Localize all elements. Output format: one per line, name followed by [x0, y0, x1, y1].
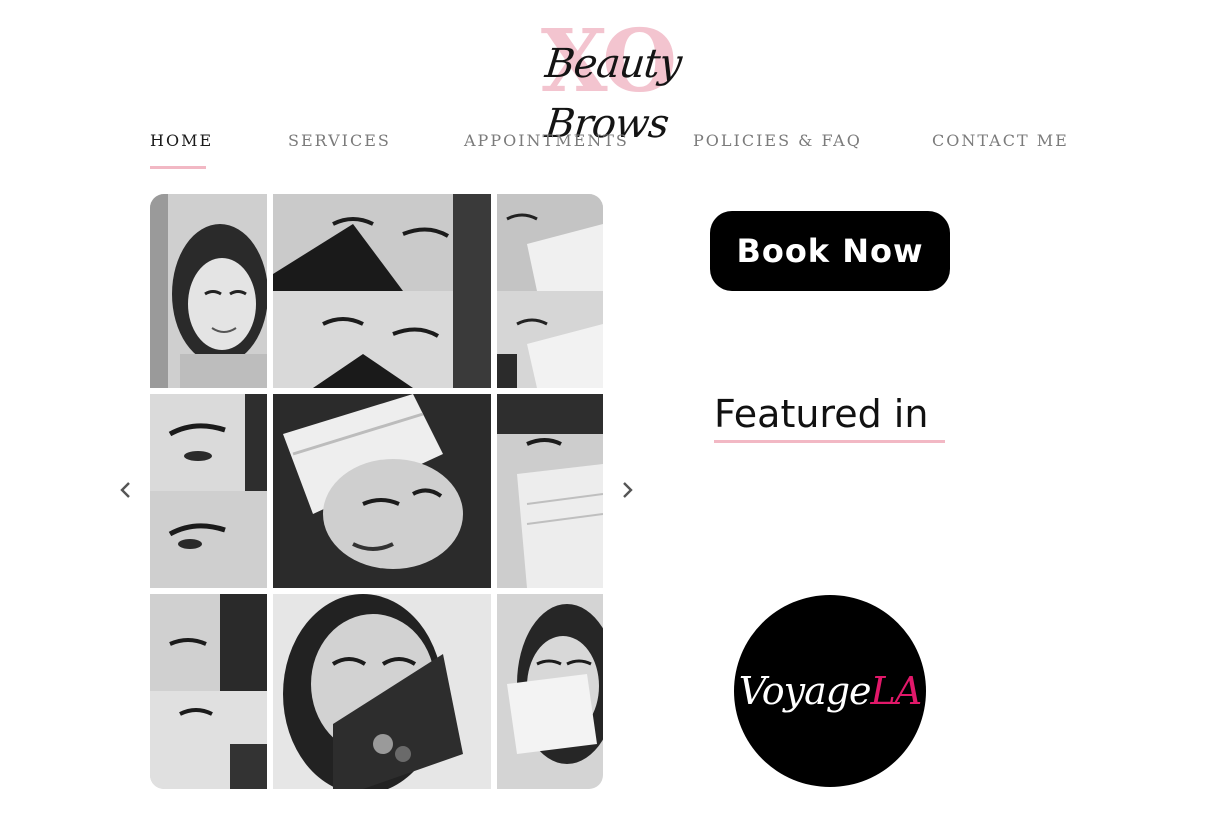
- voyage-la-logo: VoyageLA: [738, 669, 922, 713]
- nav-item-contact-me[interactable]: CONTACT ME: [932, 131, 1069, 150]
- chevron-left-icon: [120, 482, 130, 498]
- gallery-prev-button[interactable]: [115, 477, 135, 503]
- gallery-photo[interactable]: [150, 594, 267, 789]
- nav-item-policies-faq[interactable]: POLICIES & FAQ: [693, 131, 862, 150]
- book-now-button[interactable]: Book Now: [710, 211, 950, 291]
- gallery-photo[interactable]: [497, 594, 603, 789]
- gallery-photo[interactable]: [273, 194, 491, 388]
- gallery-photo[interactable]: [497, 194, 603, 388]
- gallery-next-button[interactable]: [618, 477, 638, 503]
- featured-heading: Featured in: [714, 392, 929, 436]
- nav-item-services[interactable]: SERVICES: [288, 131, 391, 150]
- featured-underline: [714, 440, 945, 443]
- chevron-right-icon: [623, 482, 633, 498]
- voyage-la-badge[interactable]: VoyageLA: [734, 595, 926, 787]
- nav-active-underline: [150, 166, 206, 169]
- main-nav: HOME SERVICES APPOINTMENTS POLICIES & FA…: [0, 128, 1221, 174]
- gallery-photo[interactable]: [273, 394, 491, 588]
- gallery-photo[interactable]: [497, 394, 603, 588]
- nav-item-appointments[interactable]: APPOINTMENTS: [464, 131, 629, 150]
- photo-gallery[interactable]: [150, 194, 603, 789]
- gallery-photo[interactable]: [273, 594, 491, 789]
- site-logo[interactable]: XO Beauty Brows: [470, 12, 740, 148]
- gallery-photo[interactable]: [150, 194, 267, 388]
- nav-item-home[interactable]: HOME: [150, 131, 213, 150]
- gallery-photo[interactable]: [150, 394, 267, 588]
